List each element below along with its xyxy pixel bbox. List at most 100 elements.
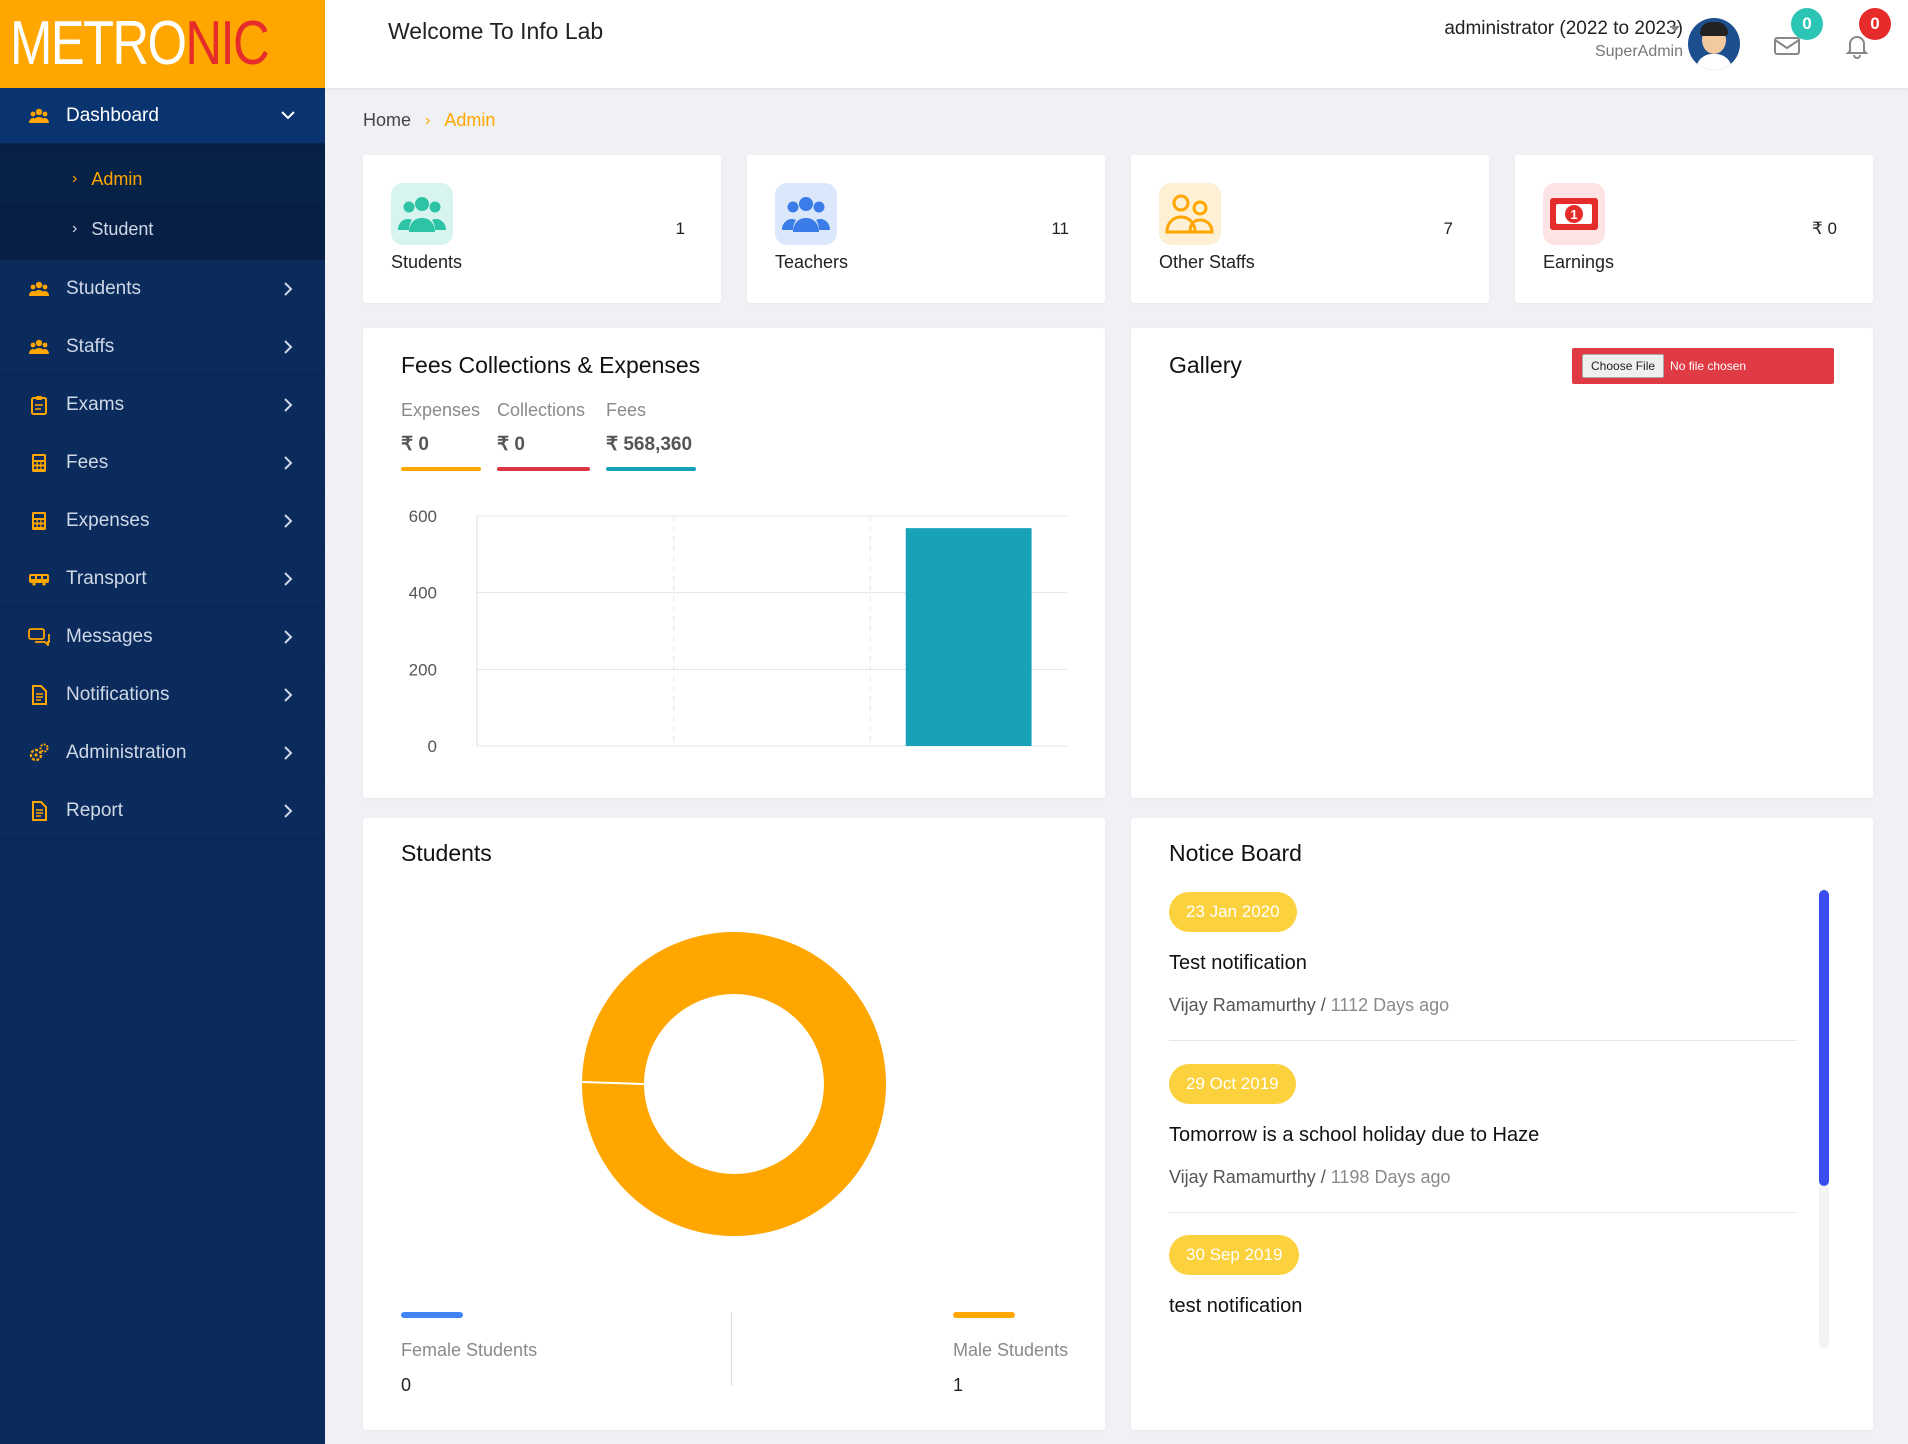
notice-title: Tomorrow is a school holiday due to Haze xyxy=(1169,1124,1540,1146)
stat-label: Students xyxy=(391,252,463,272)
notice-item[interactable]: 29 Oct 2019 Tomorrow is a school holiday… xyxy=(1169,1064,1797,1213)
chevron-right-icon xyxy=(279,570,297,588)
chevron-right-icon: › xyxy=(72,220,78,237)
brand-bar: METRONIC xyxy=(0,0,325,88)
caret-down-icon[interactable] xyxy=(1670,26,1680,32)
top-bar: Welcome To Info Lab administrator (2022 … xyxy=(325,0,1908,88)
gallery-title: Gallery xyxy=(1169,352,1242,378)
notice-date: 23 Jan 2020 xyxy=(1169,892,1297,932)
sidebar-item-staffs[interactable]: Staffs xyxy=(0,318,325,376)
notice-board-card: Notice Board 23 Jan 2020 Test notificati… xyxy=(1131,818,1873,1430)
notice-meta: Vijay Ramamurthy / 1198 Days ago xyxy=(1169,1167,1451,1187)
user-role: SuperAdmin xyxy=(1594,43,1683,60)
calculator-icon xyxy=(28,452,50,474)
notice-item[interactable]: 30 Sep 2019 test notification xyxy=(1169,1235,1797,1318)
brand-logo[interactable]: METRONIC xyxy=(10,13,270,75)
legend-male: Male Students 1 xyxy=(953,1312,1068,1396)
sidebar-item-label: Report xyxy=(66,799,124,821)
sidebar-item-messages[interactable]: Messages xyxy=(0,608,325,666)
students-chart-card: Students Female Students 0 Male Students… xyxy=(363,818,1105,1430)
file-upload-input[interactable]: Choose File No file chosen xyxy=(1572,348,1834,384)
stat-value: 11 xyxy=(1051,219,1069,238)
bar-fees[interactable] xyxy=(905,528,1032,746)
sidebar-item-label: Staffs xyxy=(66,335,115,357)
chevron-right-icon: › xyxy=(72,170,78,187)
page-title: Welcome To Info Lab xyxy=(388,18,604,44)
chevron-right-icon xyxy=(279,802,297,820)
file-status: No file chosen xyxy=(1670,359,1747,373)
sidebar-item-administration[interactable]: Administration xyxy=(0,724,325,782)
chevron-right-icon xyxy=(279,338,297,356)
sidebar-item-label: Expenses xyxy=(66,509,150,531)
stat-value: 1 xyxy=(675,219,685,238)
notice-title: test notification xyxy=(1169,1295,1303,1317)
sidebar-item-label: Administration xyxy=(66,741,187,763)
sidebar-item-label: Students xyxy=(66,277,141,299)
sidebar: METRONIC Dashboard › Admin › Student Stude… xyxy=(0,0,325,1444)
legend-female-bar xyxy=(401,1312,463,1318)
dashboard-submenu: › Admin › Student xyxy=(0,144,325,260)
cash-icon: 1 xyxy=(1543,183,1605,245)
stat-card-other-staffs[interactable]: Other Staffs 7 xyxy=(1131,155,1489,303)
chevron-right-icon xyxy=(279,396,297,414)
notice-date: 30 Sep 2019 xyxy=(1169,1235,1300,1275)
sidebar-item-fees[interactable]: Fees xyxy=(0,434,325,492)
sidebar-item-report[interactable]: Report xyxy=(0,782,325,840)
chevron-right-icon xyxy=(279,454,297,472)
group-icon xyxy=(28,105,50,127)
sidebar-item-label: Dashboard xyxy=(66,104,159,126)
chevron-down-icon xyxy=(279,107,297,125)
bus-icon xyxy=(28,568,50,590)
sidebar-item-expenses[interactable]: Expenses xyxy=(0,492,325,550)
stat-card-earnings[interactable]: 1 Earnings ₹ 0 xyxy=(1515,155,1873,303)
sidebar-subitem-admin[interactable]: › Admin xyxy=(0,154,325,204)
group-icon xyxy=(28,278,50,300)
breadcrumb: Home › Admin xyxy=(363,110,495,131)
sidebar-item-exams[interactable]: Exams xyxy=(0,376,325,434)
y-tick-label: 0 xyxy=(428,737,437,756)
sidebar-item-label: Transport xyxy=(66,567,147,589)
y-tick-label: 600 xyxy=(409,507,437,526)
sidebar-item-label: Messages xyxy=(66,625,153,647)
legend-divider xyxy=(731,1312,732,1386)
chevron-right-icon xyxy=(279,280,297,298)
stat-card-students[interactable]: Students 1 xyxy=(363,155,721,303)
sidebar-item-notifications[interactable]: Notifications xyxy=(0,666,325,724)
fees-bar-chart: 0 200 400 600 xyxy=(409,507,1067,756)
stat-label: Other Staffs xyxy=(1159,252,1255,272)
avatar[interactable] xyxy=(1688,18,1740,70)
stat-label: Earnings xyxy=(1543,252,1615,272)
document-icon xyxy=(28,684,50,706)
students-chart-title: Students xyxy=(401,840,492,866)
sidebar-item-transport[interactable]: Transport xyxy=(0,550,325,608)
slice-male-students[interactable] xyxy=(582,932,886,1236)
stat-value: ₹ 0 xyxy=(1812,219,1837,238)
gallery-card: Gallery Choose File No file chosen xyxy=(1131,328,1873,798)
fees-card: Fees Collections & Expenses Expenses ₹ 0… xyxy=(363,328,1105,798)
chevron-right-icon: › xyxy=(425,111,431,129)
students-donut-chart xyxy=(581,932,886,1236)
sidebar-item-dashboard[interactable]: Dashboard xyxy=(0,88,325,144)
stat-value: 7 xyxy=(1443,219,1453,238)
staff-users-icon xyxy=(1159,183,1221,245)
notification-count-badge: 0 xyxy=(1859,8,1891,40)
mail-count-badge: 0 xyxy=(1791,8,1823,40)
notice-item[interactable]: 23 Jan 2020 Test notification Vijay Rama… xyxy=(1169,892,1797,1041)
sidebar-item-label: Fees xyxy=(66,451,109,473)
stat-card-teachers[interactable]: Teachers 11 xyxy=(747,155,1105,303)
sidebar-subitem-student[interactable]: › Student xyxy=(0,204,325,254)
students-group-icon xyxy=(391,183,453,245)
teachers-group-icon xyxy=(775,183,837,245)
sidebar-item-students[interactable]: Students xyxy=(0,260,325,318)
chat-icon xyxy=(28,626,50,648)
y-tick-label: 200 xyxy=(409,660,437,679)
choose-file-button[interactable]: Choose File xyxy=(1582,354,1665,378)
chevron-right-icon xyxy=(279,744,297,762)
sidebar-item-label: Notifications xyxy=(66,683,170,705)
breadcrumb-home[interactable]: Home xyxy=(363,110,411,131)
user-menu[interactable]: administrator (2022 to 2023) SuperAdmin xyxy=(1444,18,1683,61)
user-name: administrator (2022 to 2023) xyxy=(1444,18,1683,39)
breadcrumb-current: Admin xyxy=(444,110,496,130)
notice-scrollbar-thumb[interactable] xyxy=(1819,890,1829,1186)
legend-female: Female Students 0 xyxy=(401,1312,537,1396)
